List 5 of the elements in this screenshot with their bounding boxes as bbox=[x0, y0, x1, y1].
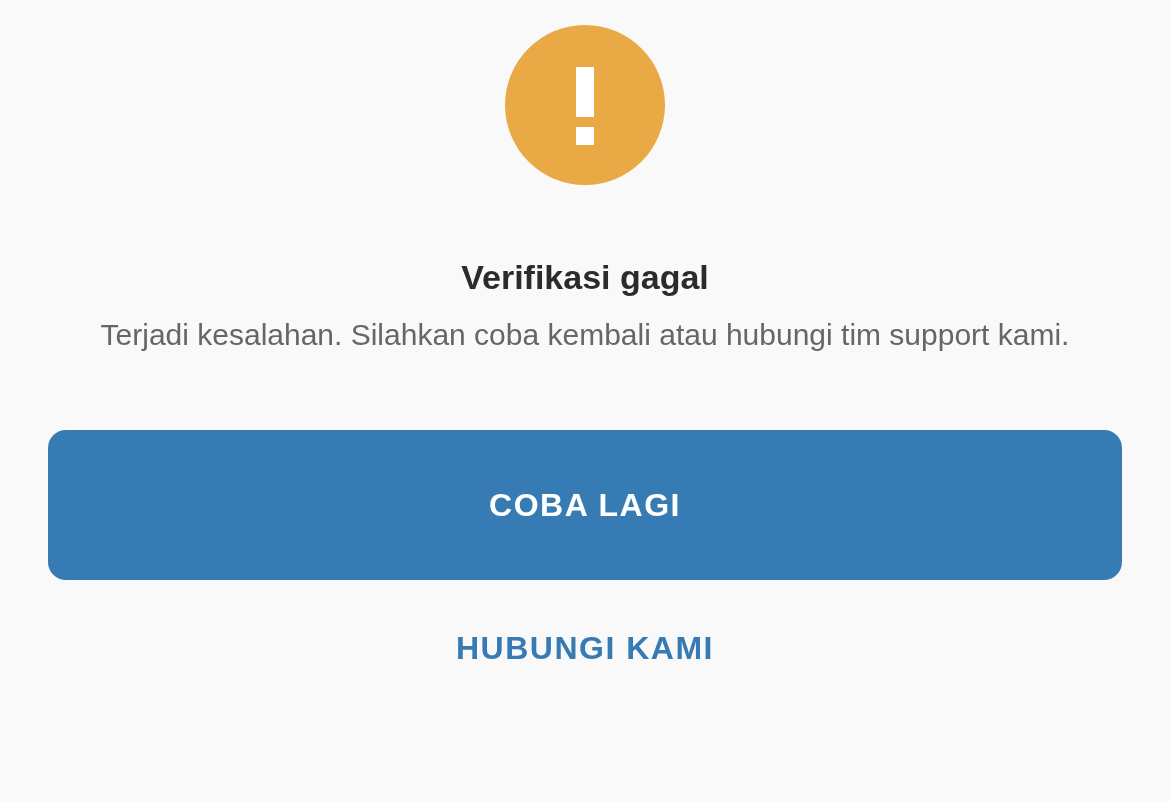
contact-link[interactable]: HUBUNGI KAMI bbox=[456, 630, 714, 667]
retry-button[interactable]: COBA LAGI bbox=[48, 430, 1122, 580]
warning-icon bbox=[505, 25, 665, 185]
error-message: Terjadi kesalahan. Silahkan coba kembali atau hubungi tim support kami. bbox=[100, 317, 1070, 353]
dialog-title: Verifikasi gagal bbox=[461, 257, 709, 298]
